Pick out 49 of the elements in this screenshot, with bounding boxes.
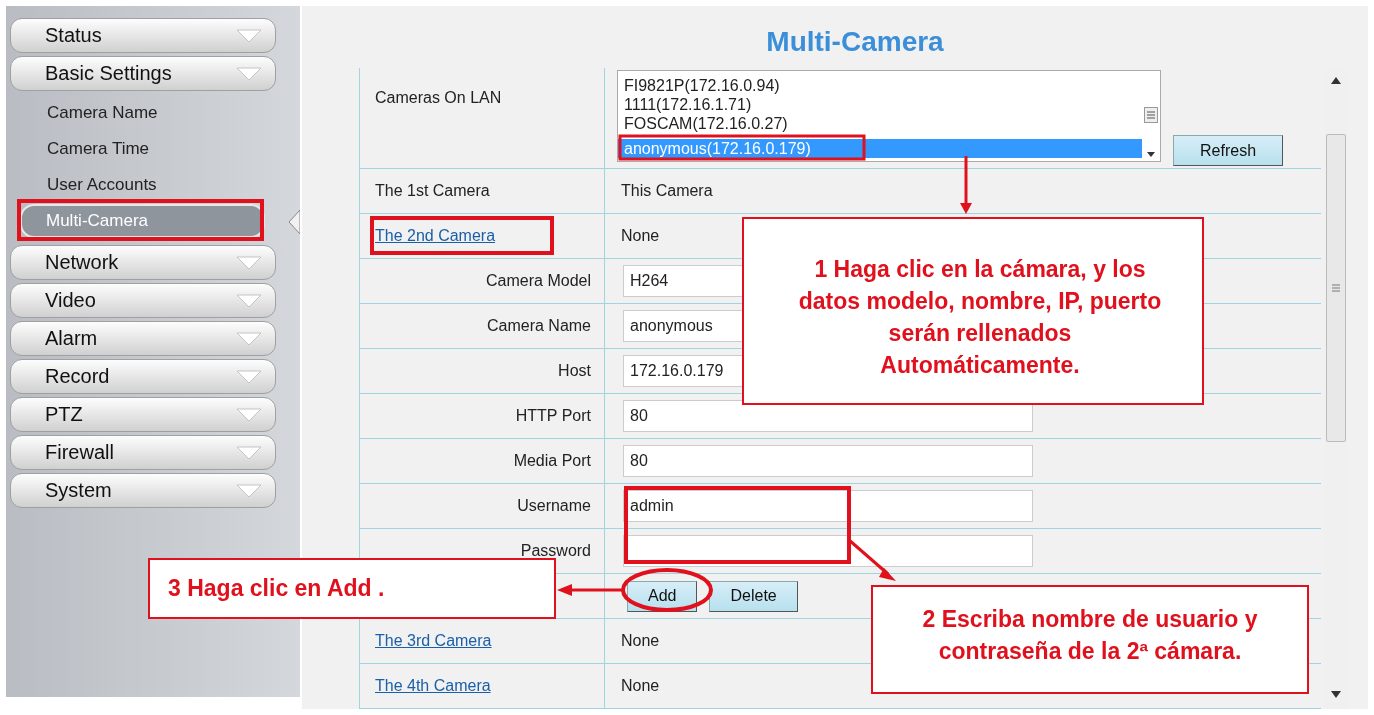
field-label: Media Port [513,452,591,470]
menu-item[interactable]: Camera Name [20,96,265,130]
input-field[interactable]: 80 [623,445,1033,477]
refresh-button[interactable]: Refresh [1173,135,1284,166]
camera-value: This Camera [621,182,713,200]
grip-icon [1332,284,1340,292]
menu-button[interactable]: PTZ [10,397,276,432]
arrow [960,156,972,214]
list-item[interactable]: FOSCAM(172.16.0.27) [618,114,1142,133]
input-field[interactable] [623,535,1033,567]
field-label: Camera Name [486,317,591,335]
callout-tooltip: 1 Haga clic en la cámara, y los datos modelo, nombre, IP, puerto serán rellenados Automáticamente. [742,217,1204,405]
camera-value: None [621,632,660,650]
camera-link[interactable]: The 3rd Camera [375,632,492,650]
menu-button[interactable]: Video [10,283,276,318]
field-label: Username [517,497,591,515]
menu-button[interactable]: Network [10,245,276,280]
menu-button[interactable]: Alarm [10,321,276,356]
camera-value: None [621,677,660,695]
list-item[interactable]: 1111(172.16.1.71) [618,95,1142,114]
camera-value: None [621,227,660,245]
field-label: Cameras On LAN [360,68,605,168]
field-label: Camera Model [486,272,591,290]
arrow [557,584,622,596]
down-arrow-icon [1331,691,1341,699]
callout-tooltip: 3 Haga clic en Add . [148,558,556,619]
field-label: HTTP Port [515,407,591,425]
field-label: Host [558,362,591,380]
delete-button[interactable]: Delete [709,580,798,612]
list-item[interactable]: FI9821P(172.16.0.94) [618,76,1142,95]
menu-item[interactable]: Camera Time [20,132,265,166]
up-arrow-icon [1331,76,1341,84]
menu-button[interactable]: Status [10,18,276,53]
input-field[interactable]: admin [623,490,1033,522]
menu-button[interactable]: Firewall [10,435,276,470]
camera-label: The 1st Camera [375,182,490,200]
grip-icon [1144,107,1158,123]
callout-tooltip: 2 Escriba nombre de usuario y contraseña de la 2ª cámara. [871,585,1309,694]
menu-button[interactable]: System [10,473,276,508]
pointer-icon [288,210,300,234]
camera-link[interactable]: The 4th Camera [375,677,491,695]
field-label: Password [520,542,591,560]
camera-list[interactable]: FI9821P(172.16.0.94) 1111(172.16.1.71) FOSCAM(172.16.0.27) anonymous(172.16.0.179) [617,70,1161,162]
page-title: Multi-Camera [765,25,945,59]
arrow [848,538,896,581]
menu-item[interactable]: User Accounts [20,168,265,202]
menu-button[interactable]: Record [10,359,276,394]
menu-button[interactable]: Basic Settings [10,56,276,91]
down-arrow-icon [1147,152,1155,157]
